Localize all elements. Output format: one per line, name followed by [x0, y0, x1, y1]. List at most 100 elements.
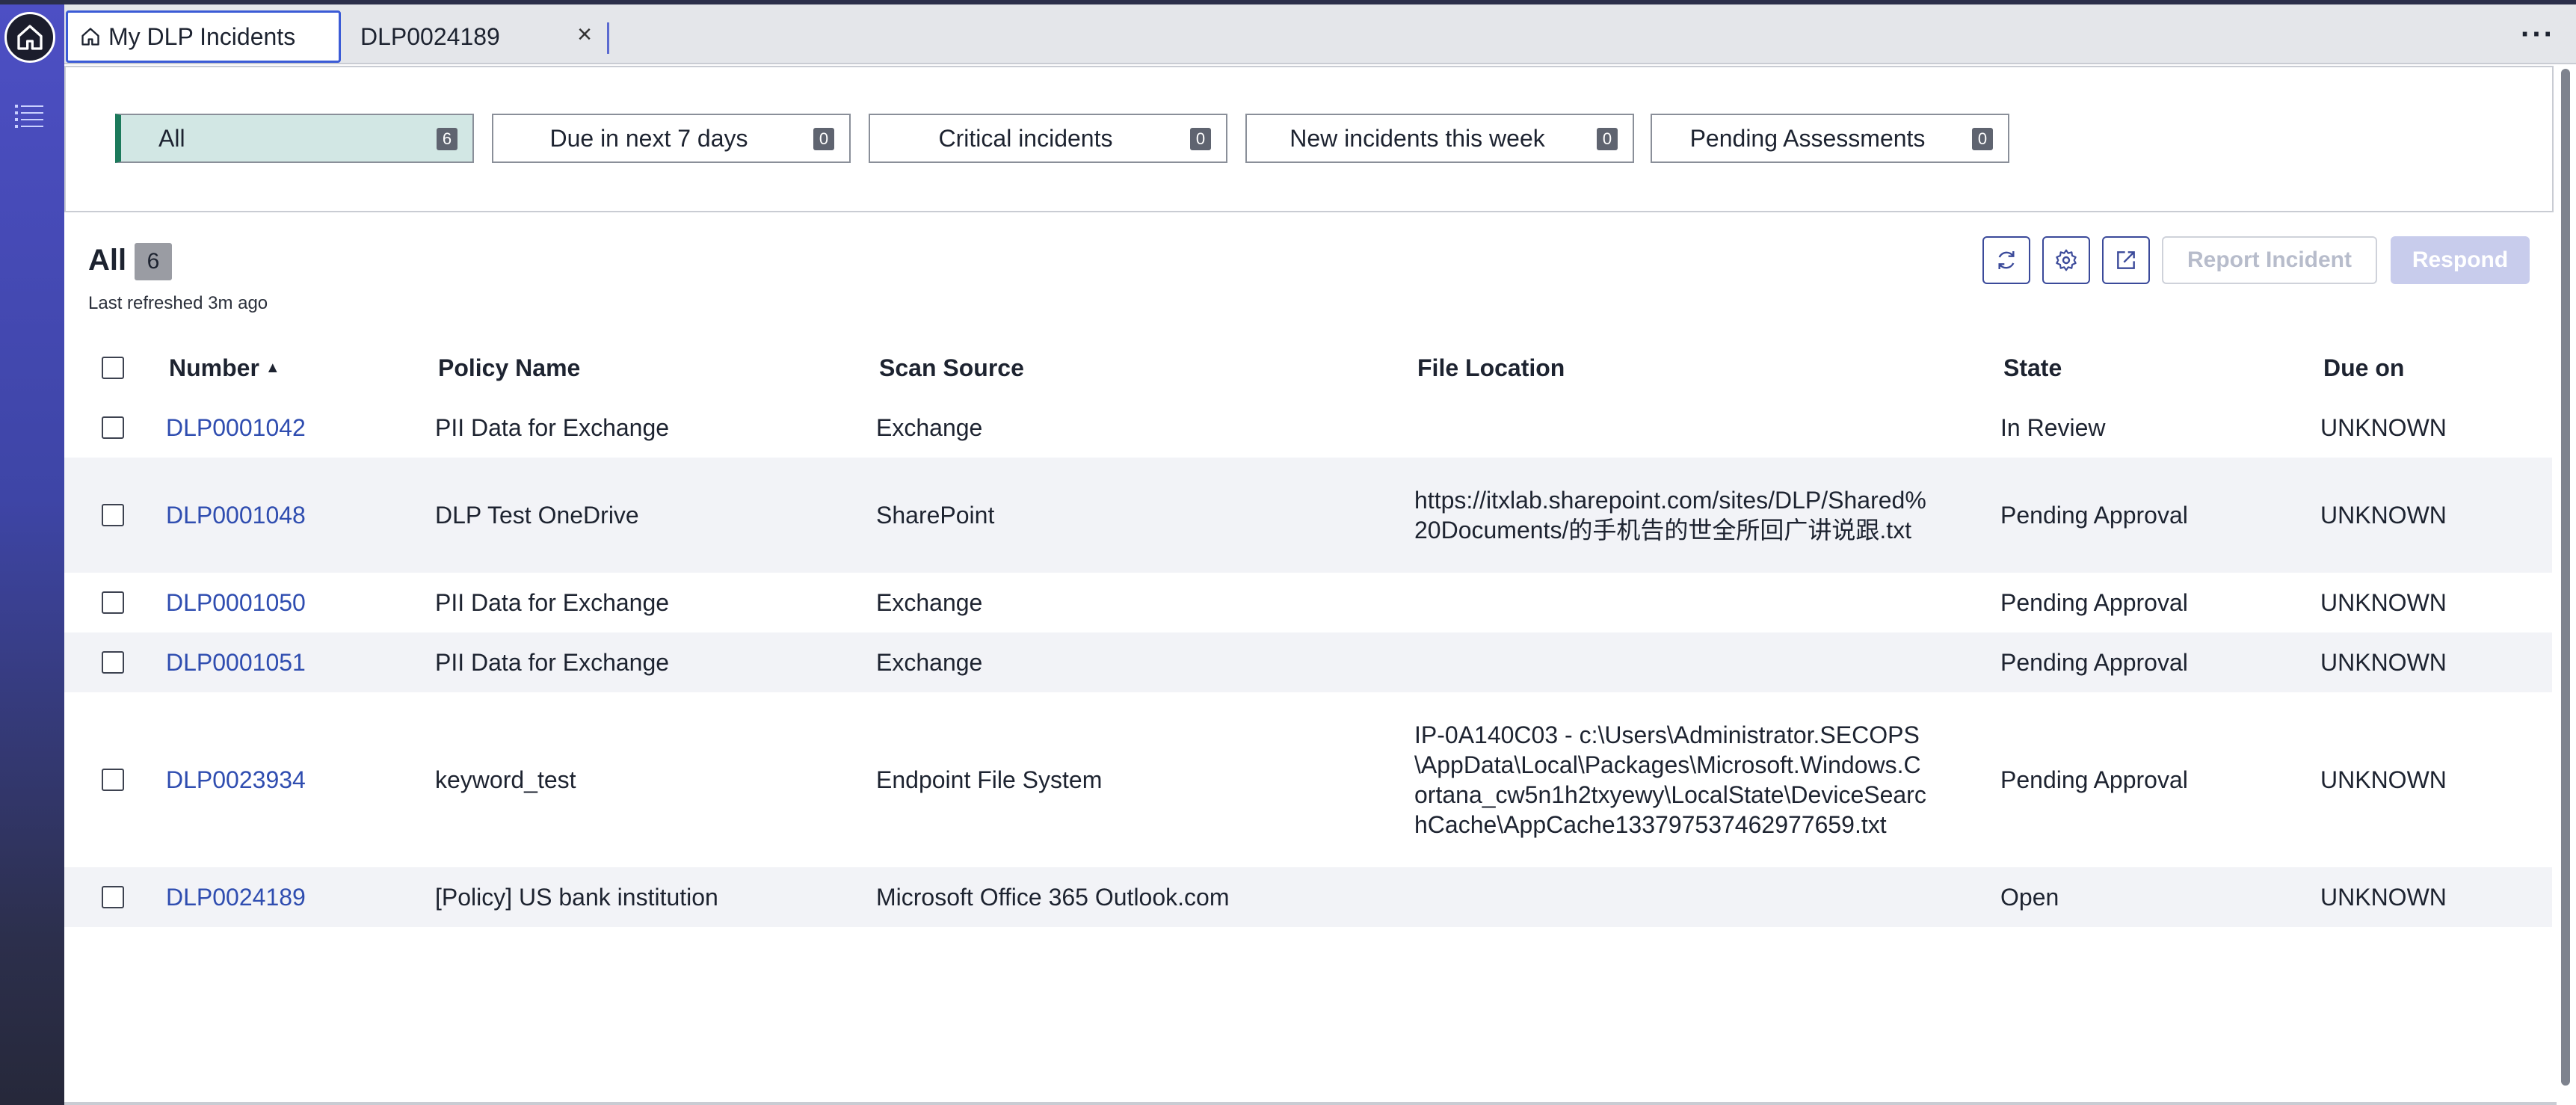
tab-bar: My DLP Incidents DLP0024189 × ··· — [64, 4, 2576, 64]
due-on: UNKNOWN — [2320, 883, 2447, 911]
tab-label: My DLP Incidents — [108, 22, 296, 50]
incident-number-link[interactable]: DLP0001042 — [166, 398, 306, 458]
scan-source: Microsoft Office 365 Outlook.com — [876, 883, 1230, 911]
file-location — [1414, 867, 1938, 927]
table-row[interactable]: DLP0001042 PII Data for Exchange Exchang… — [64, 398, 2552, 458]
row-checkbox[interactable] — [102, 416, 124, 439]
select-all-checkbox[interactable] — [102, 357, 124, 379]
row-checkbox[interactable] — [102, 651, 124, 674]
filter-due-next-7-days[interactable]: Due in next 7 days 0 — [492, 114, 851, 163]
scrollbar-thumb[interactable] — [2561, 69, 2570, 1086]
incident-number-link[interactable]: DLP0001050 — [166, 573, 306, 632]
filter-label: Pending Assessments — [1689, 124, 1926, 152]
file-location — [1414, 573, 1938, 632]
menu-list-button[interactable] — [13, 102, 46, 132]
filter-count: 0 — [1597, 128, 1618, 150]
file-location: IP-0A140C03 - c:\Users\Administrator.SEC… — [1414, 721, 1926, 838]
filter-label: Critical incidents — [938, 124, 1113, 152]
filter-label: New incidents this week — [1289, 124, 1545, 152]
table-row[interactable]: DLP0023934 keyword_test Endpoint File Sy… — [64, 692, 2552, 867]
file-location — [1414, 632, 1938, 692]
state: In Review — [2000, 413, 2106, 441]
list-icon — [15, 105, 43, 128]
list-count-badge: 6 — [135, 243, 172, 280]
filter-count: 0 — [1972, 128, 1993, 150]
table-row[interactable]: DLP0001048 DLP Test OneDrive SharePoint … — [64, 458, 2552, 573]
policy-name: PII Data for Exchange — [435, 648, 670, 676]
close-icon[interactable]: × — [570, 19, 600, 49]
home-icon — [80, 26, 101, 47]
policy-name: [Policy] US bank institution — [435, 883, 718, 911]
tab-label: DLP0024189 — [360, 22, 500, 50]
gear-icon — [2056, 249, 2077, 271]
policy-name: PII Data for Exchange — [435, 588, 670, 616]
filter-pending-assessments[interactable]: Pending Assessments 0 — [1651, 114, 2009, 163]
policy-name: DLP Test OneDrive — [435, 501, 639, 529]
column-header-state[interactable]: State — [2003, 338, 2062, 398]
export-button[interactable] — [2102, 236, 2150, 284]
row-checkbox[interactable] — [102, 591, 124, 614]
filter-new-incidents-this-week[interactable]: New incidents this week 0 — [1245, 114, 1634, 163]
home-button[interactable] — [4, 12, 55, 63]
due-on: UNKNOWN — [2320, 588, 2447, 616]
column-header-policy-name[interactable]: Policy Name — [438, 338, 580, 398]
row-checkbox[interactable] — [102, 769, 124, 791]
filter-critical-incidents[interactable]: Critical incidents 0 — [869, 114, 1227, 163]
file-location: https://itxlab.sharepoint.com/sites/DLP/… — [1414, 487, 1926, 544]
policy-name: PII Data for Exchange — [435, 413, 670, 441]
incident-number-link[interactable]: DLP0024189 — [166, 867, 306, 927]
left-rail — [0, 4, 64, 1105]
column-header-number[interactable]: Number ▲ — [169, 338, 280, 398]
scan-source: SharePoint — [876, 501, 995, 529]
policy-name: keyword_test — [435, 766, 576, 793]
tab-my-dlp-incidents[interactable]: My DLP Incidents — [66, 10, 341, 63]
export-icon — [2117, 251, 2135, 269]
table-row[interactable]: DLP0001051 PII Data for Exchange Exchang… — [64, 632, 2552, 692]
state: Pending Approval — [2000, 766, 2188, 793]
state: Pending Approval — [2000, 501, 2188, 529]
list-title: All — [88, 244, 127, 277]
state: Pending Approval — [2000, 588, 2188, 616]
due-on: UNKNOWN — [2320, 501, 2447, 529]
scan-source: Endpoint File System — [876, 766, 1103, 793]
sort-ascending-icon: ▲ — [265, 359, 280, 376]
filter-panel: All 6 Due in next 7 days 0 Critical inci… — [64, 66, 2554, 212]
due-on: UNKNOWN — [2320, 413, 2447, 441]
table-row[interactable]: DLP0024189 [Policy] US bank institution … — [64, 867, 2552, 927]
filter-all[interactable]: All 6 — [115, 114, 474, 163]
scan-source: Exchange — [876, 648, 983, 676]
state: Pending Approval — [2000, 648, 2188, 676]
filter-label: All — [158, 124, 185, 152]
column-header-due-on[interactable]: Due on — [2323, 338, 2404, 398]
refresh-icon — [1998, 251, 2015, 269]
due-on: UNKNOWN — [2320, 648, 2447, 676]
state: Open — [2000, 883, 2059, 911]
scan-source: Exchange — [876, 413, 983, 441]
app-window: My DLP Incidents DLP0024189 × ··· All 6 … — [0, 0, 2576, 1105]
scan-source: Exchange — [876, 588, 983, 616]
more-options-button[interactable]: ··· — [2519, 18, 2557, 51]
column-header-file-location[interactable]: File Location — [1417, 338, 1565, 398]
respond-button[interactable]: Respond — [2391, 236, 2530, 284]
row-checkbox[interactable] — [102, 504, 124, 526]
home-icon — [17, 25, 43, 50]
filter-label: Due in next 7 days — [549, 124, 748, 152]
filter-count: 0 — [1190, 128, 1211, 150]
filter-count: 0 — [813, 128, 834, 150]
file-location — [1414, 398, 1938, 458]
report-incident-button[interactable]: Report Incident — [2162, 236, 2377, 284]
row-checkbox[interactable] — [102, 886, 124, 908]
bottom-border — [64, 1102, 2557, 1105]
tab-dlp0024189[interactable]: DLP0024189 — [360, 10, 644, 63]
due-on: UNKNOWN — [2320, 766, 2447, 793]
tab-divider — [607, 22, 609, 54]
filter-count: 6 — [437, 128, 457, 150]
column-header-scan-source[interactable]: Scan Source — [879, 338, 1024, 398]
last-refreshed-text: Last refreshed 3m ago — [88, 293, 268, 313]
settings-button[interactable] — [2042, 236, 2090, 284]
refresh-button[interactable] — [1982, 236, 2030, 284]
table-row[interactable]: DLP0001050 PII Data for Exchange Exchang… — [64, 573, 2552, 632]
incident-number-link[interactable]: DLP0001048 — [166, 458, 306, 573]
incident-number-link[interactable]: DLP0023934 — [166, 692, 306, 867]
incident-number-link[interactable]: DLP0001051 — [166, 632, 306, 692]
